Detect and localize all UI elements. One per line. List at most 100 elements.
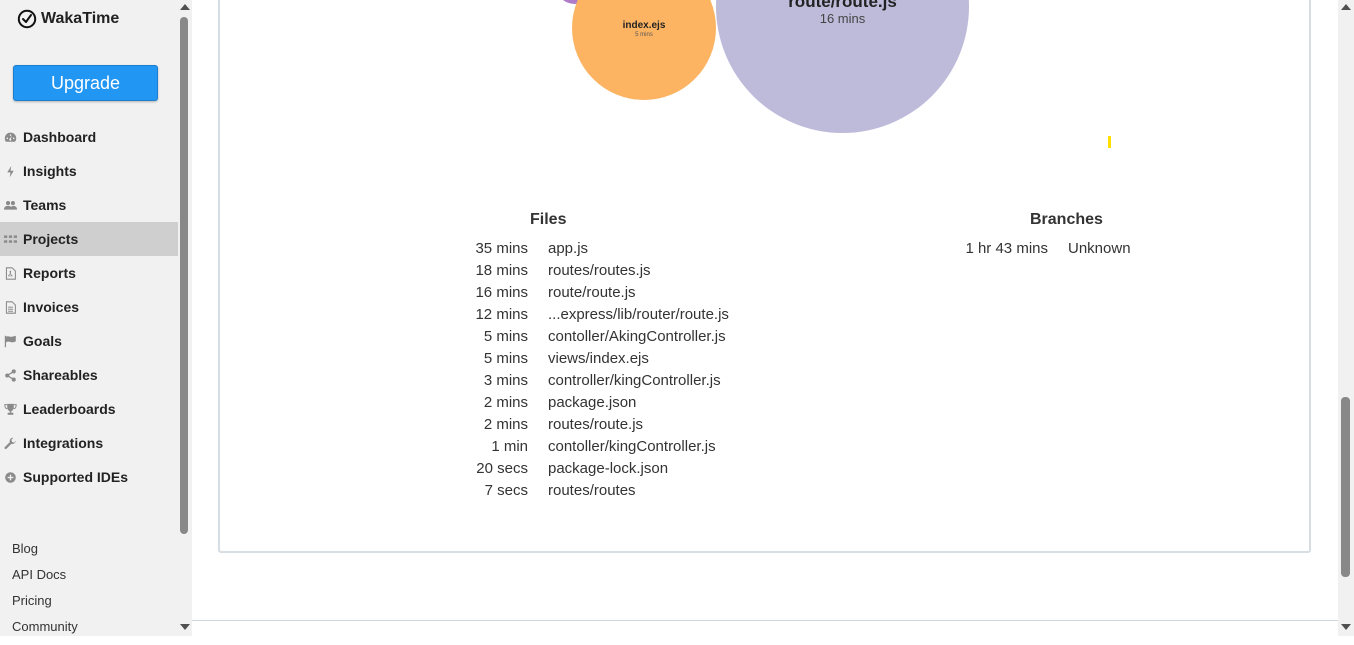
footer-link-pricing[interactable]: Pricing (12, 593, 78, 619)
grid-icon (2, 231, 18, 247)
sidebar-item-label: Goals (23, 333, 62, 349)
footer-link-community[interactable]: Community (12, 619, 78, 645)
file-duration: 16 mins (475, 283, 528, 301)
file-duration: 2 mins (483, 415, 528, 433)
share-icon (2, 367, 18, 383)
branches-heading: Branches (1030, 211, 1103, 228)
timeline-marker (1108, 136, 1111, 148)
scroll-up-arrow-icon[interactable] (1341, 4, 1351, 10)
file-name[interactable]: route/route.js (548, 284, 636, 301)
logo[interactable]: WakaTime (17, 9, 119, 29)
sidebar-item-teams[interactable]: Teams (0, 188, 178, 222)
file-name[interactable]: routes/routes (548, 482, 636, 499)
sidebar-item-label: Invoices (23, 299, 80, 315)
file-duration: 12 mins (475, 305, 528, 323)
file-duration: 5 mins (483, 327, 528, 345)
page-scrollbar-thumb[interactable] (1341, 397, 1350, 577)
file-name[interactable]: views/index.ejs (548, 350, 649, 367)
scroll-down-arrow-icon[interactable] (180, 624, 190, 630)
file-duration: 2 mins (483, 393, 528, 411)
footer-link-blog[interactable]: Blog (12, 541, 78, 567)
users-icon (2, 197, 18, 213)
sidebar-nav: Dashboard Insights Teams Projects Report… (0, 120, 178, 494)
list-item: 2 mins package.json (440, 391, 729, 413)
list-item: 20 secs package-lock.json (440, 457, 729, 479)
list-item: 3 mins controller/kingController.js (440, 369, 729, 391)
sidebar-item-label: Insights (23, 163, 77, 179)
wakatime-logo-icon (17, 9, 37, 29)
list-item: 5 mins views/index.ejs (440, 347, 729, 369)
sidebar-item-insights[interactable]: Insights (0, 154, 178, 188)
list-item: 1 hr 43 mins Unknown (950, 237, 1131, 259)
sidebar-item-dashboard[interactable]: Dashboard (0, 120, 178, 154)
bolt-icon (2, 163, 18, 179)
files-heading: Files (530, 211, 567, 228)
file-duration: 3 mins (483, 371, 528, 389)
sidebar: WakaTime Upgrade Dashboard Insights Team… (0, 0, 178, 636)
scroll-up-arrow-icon[interactable] (180, 4, 190, 10)
branches-list: 1 hr 43 mins Unknown (950, 237, 1131, 259)
list-item: 1 min contoller/kingController.js (440, 435, 729, 457)
sidebar-item-integrations[interactable]: Integrations (0, 426, 178, 460)
app-name: WakaTime (41, 10, 120, 27)
bubble-label-duration: 5 mins (635, 32, 653, 38)
sidebar-scrollbar-thumb[interactable] (180, 17, 188, 534)
file-duration: 5 mins (483, 349, 528, 367)
divider (192, 620, 1338, 621)
files-list: 35 mins app.js 18 mins routes/routes.js … (440, 237, 729, 501)
list-item: 12 mins ...express/lib/router/route.js (440, 303, 729, 325)
list-item: 2 mins routes/route.js (440, 413, 729, 435)
bubble-label-name: index.ejs (622, 20, 666, 31)
sidebar-item-label: Leaderboards (23, 401, 116, 417)
file-duration: 35 mins (475, 239, 528, 257)
wrench-icon (2, 435, 18, 451)
list-item: 35 mins app.js (440, 237, 729, 259)
file-name[interactable]: contoller/kingController.js (548, 438, 716, 455)
flag-icon (2, 333, 18, 349)
sidebar-scrollbar[interactable] (178, 0, 192, 636)
file-name[interactable]: ...express/lib/router/route.js (548, 306, 729, 323)
plus-circle-icon (2, 469, 18, 485)
list-item: 5 mins contoller/AkingController.js (440, 325, 729, 347)
file-duration: 20 secs (476, 459, 528, 477)
bubble-label-duration: 16 mins (819, 11, 866, 26)
pdf-file-icon (2, 265, 18, 281)
file-name[interactable]: controller/kingController.js (548, 372, 721, 389)
sidebar-item-supported-ides[interactable]: Supported IDEs (0, 460, 178, 494)
file-duration: 18 mins (475, 261, 528, 279)
trophy-icon (2, 401, 18, 417)
sidebar-item-label: Shareables (23, 367, 98, 383)
sidebar-item-projects[interactable]: Projects (0, 222, 178, 256)
sidebar-item-label: Teams (23, 197, 67, 213)
list-item: 7 secs routes/routes (440, 479, 729, 501)
page-scrollbar[interactable] (1338, 0, 1354, 636)
sidebar-item-shareables[interactable]: Shareables (0, 358, 178, 392)
sidebar-item-reports[interactable]: Reports (0, 256, 178, 290)
sidebar-item-goals[interactable]: Goals (0, 324, 178, 358)
file-name[interactable]: package.json (548, 394, 636, 411)
dashboard-icon (2, 129, 18, 145)
file-name[interactable]: app.js (548, 240, 588, 257)
sidebar-item-label: Dashboard (23, 129, 97, 145)
branch-name[interactable]: Unknown (1068, 240, 1131, 257)
file-duration: 1 min (491, 437, 528, 455)
sidebar-item-label: Projects (23, 231, 79, 247)
sidebar-footer-links: Blog API Docs Pricing Community (12, 541, 78, 645)
sidebar-item-leaderboards[interactable]: Leaderboards (0, 392, 178, 426)
sidebar-item-label: Reports (23, 265, 76, 281)
sidebar-item-label: Supported IDEs (23, 469, 129, 485)
branch-duration: 1 hr 43 mins (965, 239, 1048, 257)
file-name[interactable]: contoller/AkingController.js (548, 328, 726, 345)
file-text-icon (2, 299, 18, 315)
file-name[interactable]: routes/routes.js (548, 262, 651, 279)
sidebar-item-invoices[interactable]: Invoices (0, 290, 178, 324)
upgrade-button[interactable]: Upgrade (13, 65, 158, 101)
list-item: 16 mins route/route.js (440, 281, 729, 303)
file-name[interactable]: routes/route.js (548, 416, 643, 433)
file-name[interactable]: package-lock.json (548, 460, 668, 477)
footer-link-api-docs[interactable]: API Docs (12, 567, 78, 593)
file-duration: 7 secs (484, 481, 528, 499)
scroll-down-arrow-icon[interactable] (1341, 624, 1351, 630)
list-item: 18 mins routes/routes.js (440, 259, 729, 281)
sidebar-item-label: Integrations (23, 435, 104, 451)
